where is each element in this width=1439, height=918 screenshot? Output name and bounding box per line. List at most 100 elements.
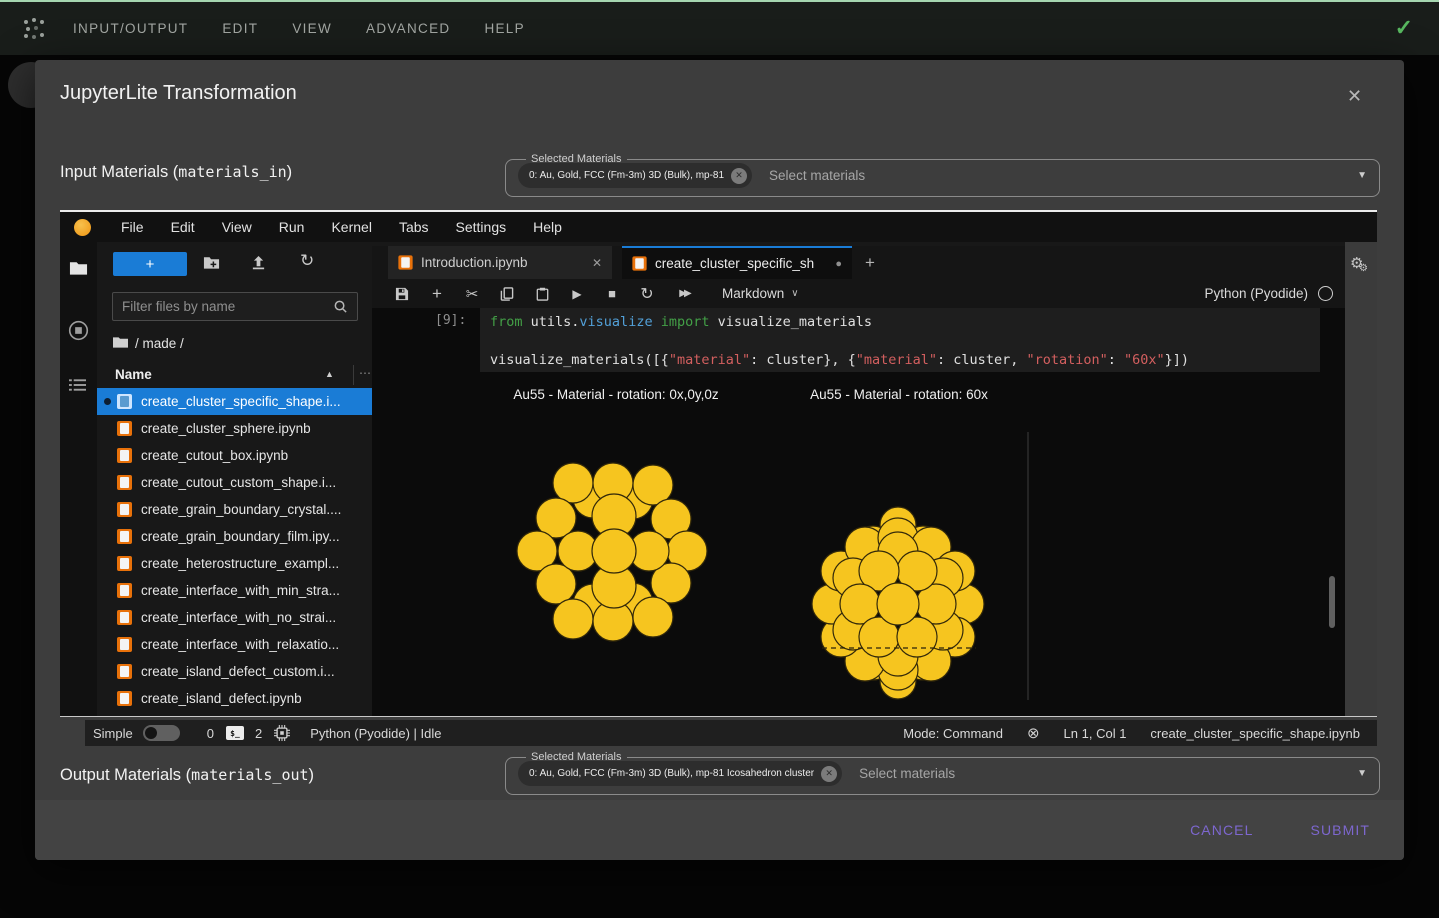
add-cell-icon[interactable]: + [429, 284, 445, 304]
file-item[interactable]: create_interface_with_no_strai... [97, 604, 372, 631]
menu-item-view[interactable]: VIEW [292, 21, 332, 36]
file-item[interactable]: create_island_defect_custom.i... [97, 658, 372, 685]
file-name: create_cutout_custom_shape.i... [141, 475, 337, 490]
menu-item-kernel[interactable]: Kernel [331, 219, 371, 235]
tab-dirty-icon: ● [835, 257, 842, 270]
tab-introduction[interactable]: Introduction.ipynb ✕ [388, 246, 612, 279]
file-item[interactable]: create_cutout_box.ipynb [97, 442, 372, 469]
status-bar: Simple 0 $_ 2 Python (Pyodide) | Idle Mo… [85, 720, 1377, 746]
settings-gear-icon[interactable]: ⚙ ⚙ [1350, 254, 1368, 274]
kernel-selector[interactable]: Python (Pyodide) [1204, 286, 1345, 301]
cut-icon[interactable]: ✂ [464, 285, 480, 303]
menu-item-help[interactable]: HELP [484, 21, 524, 36]
simple-mode-toggle[interactable] [142, 725, 180, 741]
confirm-check-icon[interactable]: ✓ [1395, 15, 1413, 41]
scrollbar[interactable] [1329, 576, 1335, 628]
notebook-content: [9]: from utils.visualize import visuali… [372, 308, 1345, 716]
submit-button[interactable]: SUBMIT [1305, 821, 1377, 839]
notebook-file-icon [117, 529, 132, 544]
file-item[interactable]: create_cluster_specific_shape.i... [97, 388, 372, 415]
chevron-down-icon[interactable]: ▼ [1357, 768, 1367, 779]
copy-icon[interactable] [499, 286, 515, 301]
tab-close-icon[interactable]: ✕ [592, 256, 602, 270]
chip-remove-icon[interactable]: ✕ [731, 167, 748, 184]
terminal-count[interactable]: 0 [207, 726, 214, 741]
run-icon[interactable]: ▶ [569, 287, 585, 301]
input-materials-select[interactable]: Selected Materials 0: Au, Gold, FCC (Fm-… [505, 153, 1380, 197]
cancel-button[interactable]: CANCEL [1184, 821, 1259, 839]
new-tab-button[interactable]: + [857, 246, 883, 279]
chevron-down-icon: ∨ [791, 288, 799, 299]
output-materials-select[interactable]: Selected Materials 0: Au, Gold, FCC (Fm-… [505, 751, 1380, 795]
menu-item-settings[interactable]: Settings [456, 219, 507, 235]
cell-type-dropdown[interactable]: Markdown ∨ [722, 286, 799, 301]
chip-remove-icon[interactable]: ✕ [821, 765, 838, 782]
jupyter-menus: File Edit View Run Kernel Tabs Settings Help [121, 219, 562, 235]
app-logo-icon[interactable] [21, 16, 47, 47]
menu-item-help[interactable]: Help [533, 219, 562, 235]
restart-kernel-icon[interactable]: ↻ [639, 284, 655, 304]
paste-icon[interactable] [534, 287, 550, 301]
save-icon[interactable] [394, 287, 410, 301]
filter-files-input[interactable] [112, 292, 358, 321]
select-materials-placeholder[interactable]: Select materials [859, 766, 955, 781]
menu-item-edit[interactable]: Edit [171, 219, 195, 235]
material-chip[interactable]: 0: Au, Gold, FCC (Fm-3m) 3D (Bulk), mp-8… [518, 163, 753, 188]
file-item[interactable]: create_interface_with_min_stra... [97, 577, 372, 604]
file-item[interactable]: create_heterostructure_exampl... [97, 550, 372, 577]
file-browser-panel: + ↻ / made / Name ▲ ⋯ create_cluster_spe… [97, 242, 372, 716]
notebook-file-icon [117, 691, 132, 706]
file-item[interactable]: create_cluster_sphere.ipynb [97, 415, 372, 442]
trust-shield-icon[interactable]: ⊗ [1027, 724, 1040, 742]
notebook-file-icon [117, 475, 132, 490]
more-icon[interactable]: ⋯ [359, 366, 372, 380]
breadcrumb[interactable]: / made / [113, 336, 184, 351]
cell-prompt: [9]: [435, 313, 467, 328]
sort-asc-icon[interactable]: ▲ [325, 369, 334, 379]
close-icon[interactable]: ✕ [1347, 86, 1362, 107]
material-chip[interactable]: 0: Au, Gold, FCC (Fm-3m) 3D (Bulk), mp-8… [518, 761, 843, 786]
notebook-file-icon [398, 255, 413, 270]
cursor-position[interactable]: Ln 1, Col 1 [1064, 726, 1127, 741]
new-launcher-button[interactable]: + [113, 252, 187, 276]
mode-indicator[interactable]: Mode: Command [903, 726, 1003, 741]
file-name: create_island_defect.ipynb [141, 691, 302, 706]
chevron-down-icon[interactable]: ▼ [1357, 170, 1367, 181]
file-name: create_island_defect_custom.i... [141, 664, 335, 679]
header-divider [353, 365, 354, 385]
kernel-status-text[interactable]: Python (Pyodide) | Idle [310, 726, 441, 741]
table-of-contents-icon[interactable] [69, 378, 86, 397]
notebook-file-icon [117, 556, 132, 571]
file-item[interactable]: create_cutout_custom_shape.i... [97, 469, 372, 496]
terminal-icon: $_ [225, 726, 244, 740]
notebook-toolbar: + ✂ ▶ ■ ↻ ▶▶ Markdown ∨ Python (Pyodide) [372, 279, 1345, 308]
menu-item-advanced[interactable]: ADVANCED [366, 21, 450, 36]
output-materials-label: Output Materials (materials_out) [60, 766, 315, 784]
running-kernels-icon[interactable] [68, 320, 89, 346]
stop-icon[interactable]: ■ [604, 286, 620, 301]
new-folder-icon[interactable] [203, 255, 220, 275]
kernel-count[interactable]: 2 [255, 726, 262, 741]
file-item[interactable]: create_island_defect.ipynb [97, 685, 372, 712]
menu-item-edit[interactable]: EDIT [222, 21, 258, 36]
tab-create-cluster-specific-shape[interactable]: create_cluster_specific_sh ● [622, 246, 852, 279]
file-browser-icon[interactable] [69, 260, 88, 281]
file-item[interactable]: create_grain_boundary_crystal.... [97, 496, 372, 523]
menu-item-file[interactable]: File [121, 219, 144, 235]
input-materials-label: Input Materials (materials_in) [60, 163, 293, 181]
code-cell[interactable]: from utils.visualize import visualize_ma… [480, 308, 1320, 372]
select-materials-placeholder[interactable]: Select materials [769, 168, 865, 183]
restart-run-all-icon[interactable]: ▶▶ [674, 288, 694, 299]
search-icon [333, 299, 348, 319]
menu-item-run[interactable]: Run [279, 219, 305, 235]
jupyterlite-frame: File Edit View Run Kernel Tabs Settings Help + … [60, 210, 1377, 717]
menu-item-tabs[interactable]: Tabs [399, 219, 429, 235]
menu-item-view[interactable]: View [222, 219, 252, 235]
notebook-file-icon [117, 421, 132, 436]
file-list-header[interactable]: Name ▲ ⋯ [97, 362, 372, 389]
refresh-icon[interactable]: ↻ [300, 251, 314, 271]
file-item[interactable]: create_interface_with_relaxatio... [97, 631, 372, 658]
file-item[interactable]: create_grain_boundary_film.ipy... [97, 523, 372, 550]
menu-item-input-output[interactable]: INPUT/OUTPUT [73, 21, 188, 36]
upload-icon[interactable] [251, 255, 266, 275]
